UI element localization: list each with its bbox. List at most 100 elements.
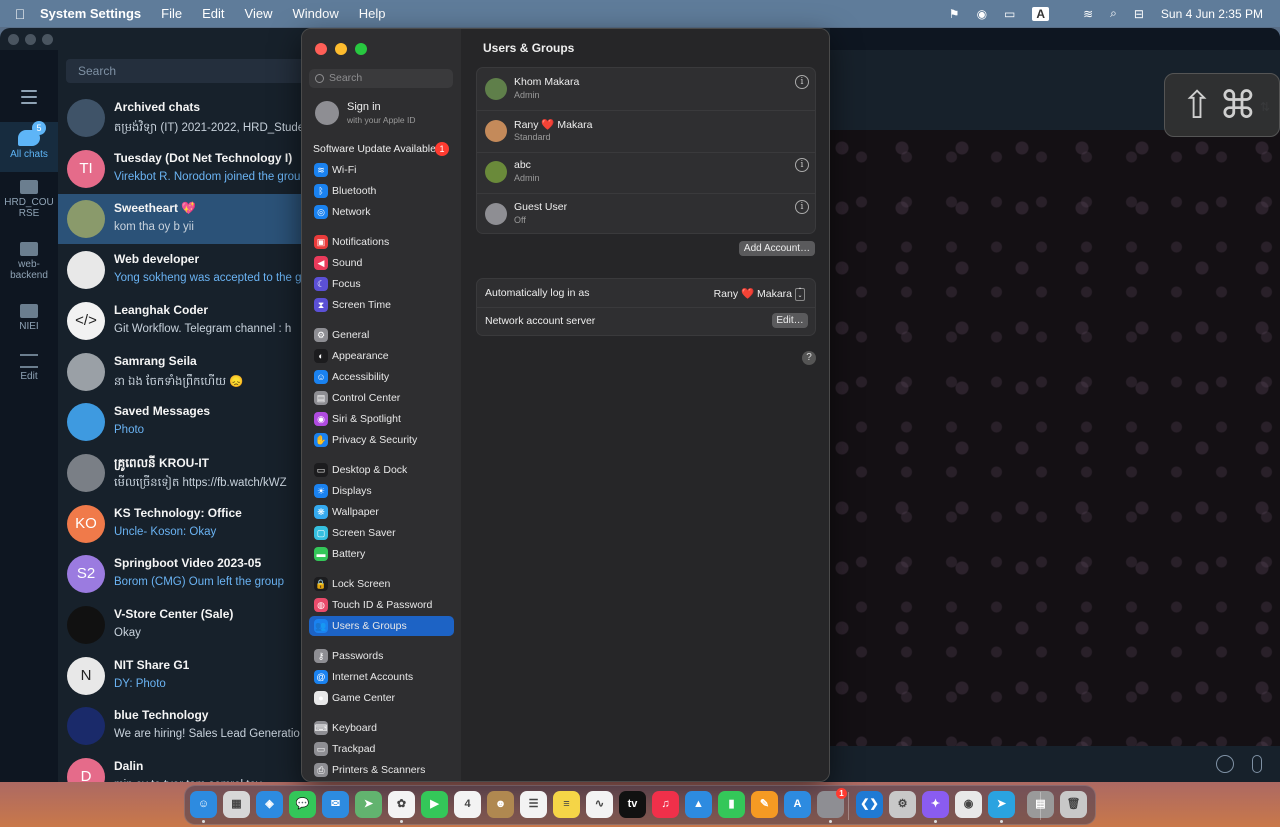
sidebar-item-wi-fi[interactable]: ≋ Wi-Fi: [309, 160, 454, 180]
info-icon[interactable]: i: [795, 75, 809, 89]
chat-list-item[interactable]: គ្រូពេលនី KROU-IT មើលច្រើនទៀត https://fb.…: [58, 448, 302, 498]
sidebar-item-sound[interactable]: ◀ Sound: [309, 253, 454, 273]
control-center-icon[interactable]: ⊟: [1134, 7, 1144, 21]
telegram-icon[interactable]: ➤: [988, 791, 1015, 818]
edit-button[interactable]: Edit…: [772, 313, 808, 328]
sidebar-item-siri-spotlight[interactable]: ◉ Siri & Spotlight: [309, 409, 454, 429]
appletv-icon[interactable]: tv: [619, 791, 646, 818]
sidebar-item-keyboard[interactable]: ⌨ Keyboard: [309, 718, 454, 738]
freeform-icon[interactable]: ∿: [586, 791, 613, 818]
chat-list-item[interactable]: Sweetheart 💖 kom tha oy b yii: [58, 194, 302, 245]
sidebar-item-screen-saver[interactable]: ▢ Screen Saver: [309, 523, 454, 543]
folder-niei[interactable]: NIEI: [0, 304, 58, 332]
microphone-icon[interactable]: [1252, 755, 1262, 773]
trash-icon[interactable]: 🗑: [1060, 791, 1087, 818]
sidebar-item-touch-id-password[interactable]: ◍ Touch ID & Password: [309, 595, 454, 615]
folder-hrd-course[interactable]: HRD_COURSE: [0, 180, 58, 219]
chat-list-item[interactable]: D Dalin min ey te tver tam somrol toy: [58, 752, 302, 782]
sidebar-item-screen-time[interactable]: ⧗ Screen Time: [309, 295, 454, 315]
menu-view[interactable]: View: [245, 6, 273, 21]
menu-window[interactable]: Window: [292, 6, 338, 21]
settings-search-input[interactable]: Search: [309, 69, 453, 88]
sidebar-item-battery[interactable]: ▬ Battery: [309, 544, 454, 564]
chat-list-item[interactable]: KO KS Technology: Office Uncle- Koson: Oka…: [58, 499, 302, 549]
chat-list-item[interactable]: Saved Messages Photo: [58, 397, 302, 447]
sidebar-item-users-groups[interactable]: 👥 Users & Groups: [309, 616, 454, 636]
sidebar-item-privacy-security[interactable]: ✋ Privacy & Security: [309, 430, 454, 450]
photos-icon[interactable]: ✿: [388, 791, 415, 818]
window-controls[interactable]: [8, 34, 53, 45]
folder-edit[interactable]: Edit: [0, 354, 58, 382]
menu-icon[interactable]: [21, 90, 37, 108]
sidebar-item-notifications[interactable]: ▣ Notifications: [309, 232, 454, 252]
reminders-icon[interactable]: ☰: [520, 791, 547, 818]
chat-list-item[interactable]: TI Tuesday (Dot Net Technology I) Virekbot…: [58, 144, 302, 194]
numbers-icon[interactable]: ▮: [718, 791, 745, 818]
sidebar-item-appearance[interactable]: ◐ Appearance: [309, 346, 454, 366]
notification-status-icon[interactable]: ⚑: [949, 7, 960, 21]
sidebar-item-wallpaper[interactable]: ❋ Wallpaper: [309, 502, 454, 522]
chat-list-item[interactable]: Samrang Seila នា ឯង ចែកទាំងព្រឹកហើយ 😞: [58, 347, 302, 397]
folder-all-chats[interactable]: All chats: [0, 122, 58, 172]
menu-edit[interactable]: Edit: [202, 6, 224, 21]
sidebar-item-displays[interactable]: ☀ Displays: [309, 481, 454, 501]
chat-list-item[interactable]: S2 Springboot Video 2023-05 Borom (CMG) Ou…: [58, 549, 302, 599]
sidebar-item-desktop-dock[interactable]: ▭ Desktop & Dock: [309, 460, 454, 480]
messages-icon[interactable]: 💬: [289, 791, 316, 818]
message-composer[interactable]: [830, 746, 1280, 782]
play-status-icon[interactable]: ◉: [977, 7, 987, 21]
messenger-icon[interactable]: ✦: [922, 791, 949, 818]
close-icon[interactable]: [315, 43, 327, 55]
sidebar-item-focus[interactable]: ☾ Focus: [309, 274, 454, 294]
software-update-link[interactable]: Software Update Available: [313, 143, 436, 155]
launchpad-icon[interactable]: ▦: [223, 791, 250, 818]
user-row[interactable]: Rany ❤️ Makara Standard: [477, 110, 815, 153]
user-row[interactable]: abc Admin i: [477, 151, 815, 194]
menu-help[interactable]: Help: [359, 6, 386, 21]
music-icon[interactable]: ♫: [652, 791, 679, 818]
sidebar-item-passwords[interactable]: ⚷ Passwords: [309, 646, 454, 666]
sidebar-item-lock-screen[interactable]: 🔒 Lock Screen: [309, 574, 454, 594]
auto-login-select[interactable]: Rany ❤️ Makara ⌃ ⌄: [714, 287, 805, 301]
chat-list-item[interactable]: V-Store Center (Sale) Okay: [58, 600, 302, 650]
keyboard-input-icon[interactable]: A: [1032, 6, 1066, 21]
sidebar-item-accessibility[interactable]: ☺ Accessibility: [309, 367, 454, 387]
mail-icon[interactable]: ✉: [322, 791, 349, 818]
vscode-icon[interactable]: ❮❯: [856, 791, 883, 818]
menu-file[interactable]: File: [161, 6, 182, 21]
zoom-icon[interactable]: [355, 43, 367, 55]
info-icon[interactable]: i: [795, 158, 809, 172]
battery-icon[interactable]: ▭: [1004, 7, 1015, 21]
folder-web-backend[interactable]: web-backend: [0, 242, 58, 281]
info-icon[interactable]: i: [795, 199, 809, 214]
telegram-search-input[interactable]: Search: [66, 59, 306, 83]
chrome-icon[interactable]: ◉: [955, 791, 982, 818]
chat-list-item[interactable]: blue Technology We are hiring! Sales Lead…: [58, 701, 302, 751]
notes-icon[interactable]: ≡: [553, 791, 580, 818]
finder-icon[interactable]: ☺: [190, 791, 217, 818]
minimize-icon[interactable]: [335, 43, 347, 55]
emoji-icon[interactable]: [1216, 755, 1234, 773]
add-account-button[interactable]: Add Account…: [739, 241, 815, 256]
sidebar-item-printers-scanners[interactable]: ⎙ Printers & Scanners: [309, 760, 454, 780]
chat-list-item[interactable]: Archived chats តម្រង់វិទ្យា (IT) 2021-202…: [58, 93, 302, 143]
sidebar-item-bluetooth[interactable]: ᛒ Bluetooth: [309, 181, 454, 201]
maps-icon[interactable]: ➤: [355, 791, 382, 818]
chat-list-item[interactable]: N NIT Share G1 DY: Photo: [58, 651, 302, 701]
appstore-icon[interactable]: A: [784, 791, 811, 818]
pages-icon[interactable]: ✎: [751, 791, 778, 818]
systemsettings-icon[interactable]: 1: [817, 788, 847, 818]
sidebar-item-internet-accounts[interactable]: @ Internet Accounts: [309, 667, 454, 687]
safari-icon[interactable]: ◈: [256, 791, 283, 818]
sidebar-item-network[interactable]: ◎ Network: [309, 202, 454, 222]
spotlight-search-icon[interactable]: ⌕: [1110, 6, 1117, 21]
user-row[interactable]: Guest User Off i: [477, 193, 815, 235]
sidebar-item-general[interactable]: ⚙ General: [309, 325, 454, 345]
wifi-icon[interactable]: ≋: [1083, 7, 1093, 21]
sidebar-item-game-center[interactable]: ● Game Center: [309, 688, 454, 708]
sidebar-item-control-center[interactable]: ▤ Control Center: [309, 388, 454, 408]
user-row[interactable]: Khom Makara Admin i: [477, 68, 815, 111]
chat-list-item[interactable]: </> Leanghak Coder Git Workflow. Telegram …: [58, 296, 302, 346]
sidebar-item-trackpad[interactable]: ▭ Trackpad: [309, 739, 454, 759]
clock[interactable]: Sun 4 Jun 2:35 PM: [1161, 7, 1263, 21]
